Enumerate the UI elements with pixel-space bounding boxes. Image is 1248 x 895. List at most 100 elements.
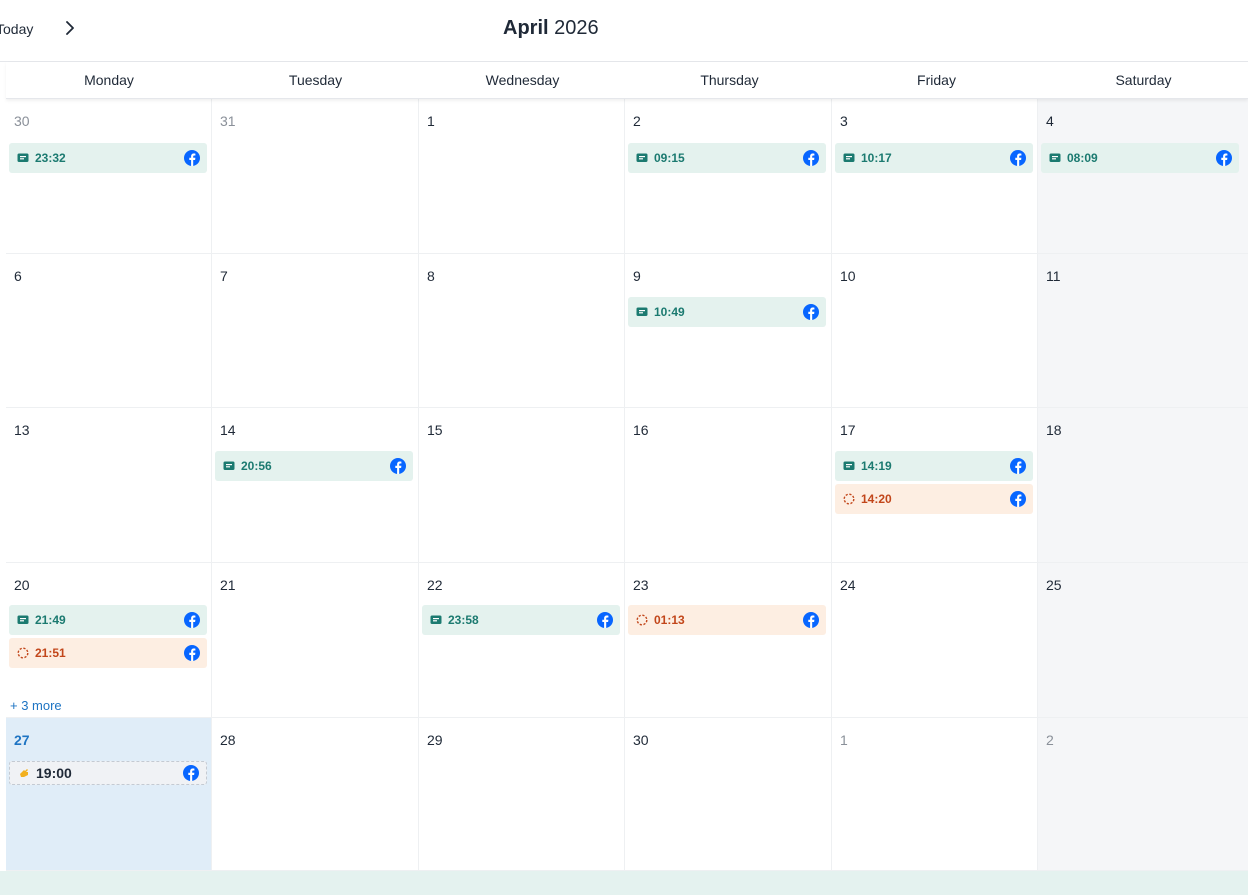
month-title: April 2026 [503, 15, 599, 41]
pending-event[interactable]: 21:51 [9, 638, 207, 668]
day-cell[interactable]: 1 [419, 99, 625, 254]
pending-spinner-icon [636, 614, 648, 626]
day-cell[interactable]: 31 [212, 99, 419, 254]
day-number: 30 [14, 113, 30, 129]
day-cell[interactable]: 29 [419, 718, 625, 871]
month-name: April [503, 17, 549, 39]
weekday-thursday: Thursday [700, 72, 759, 88]
facebook-icon [183, 765, 199, 781]
planned-event[interactable]: 19:00 [9, 761, 207, 785]
day-number: 22 [427, 577, 443, 593]
day-number: 1 [427, 113, 435, 129]
day-cell-today[interactable]: 27 19:00 [6, 718, 212, 871]
hand-pointing-icon [20, 769, 28, 777]
weekday-header: Monday Tuesday Wednesday Thursday Friday… [6, 62, 1248, 99]
day-cell[interactable]: 22 23:58 [419, 563, 625, 718]
day-number: 30 [633, 732, 649, 748]
post-event[interactable]: 10:49 [628, 297, 826, 327]
day-cell[interactable]: 4 08:09 [1038, 99, 1248, 254]
day-number: 16 [633, 422, 649, 438]
day-number: 1 [840, 732, 848, 748]
post-event[interactable]: 21:49 [9, 605, 207, 635]
day-number: 20 [14, 577, 30, 593]
day-cell[interactable]: 30 [625, 718, 832, 871]
day-cell[interactable]: 23 01:13 [625, 563, 832, 718]
day-cell[interactable]: 30 23:32 [6, 99, 212, 254]
chevron-right-icon [66, 21, 74, 35]
day-cell[interactable]: 2 09:15 [625, 99, 832, 254]
facebook-icon [184, 612, 200, 628]
event-time: 23:32 [35, 151, 66, 165]
day-cell[interactable]: 24 [832, 563, 1038, 718]
event-time: 14:19 [861, 459, 892, 473]
weekday-wednesday: Wednesday [485, 72, 560, 88]
day-cell[interactable]: 14 20:56 [212, 408, 419, 563]
day-number: 14 [220, 422, 236, 438]
pending-event[interactable]: 01:13 [628, 605, 826, 635]
day-number: 10 [840, 268, 856, 284]
message-icon [223, 461, 235, 470]
event-time: 21:51 [35, 646, 66, 660]
day-cell[interactable]: 10 [832, 254, 1038, 408]
day-number: 4 [1046, 113, 1054, 129]
event-time: 19:00 [36, 765, 72, 781]
day-cell[interactable]: 13 [6, 408, 212, 563]
facebook-icon [803, 150, 819, 166]
facebook-icon [1010, 150, 1026, 166]
day-number: 27 [14, 732, 30, 748]
day-number: 23 [633, 577, 649, 593]
message-icon [17, 153, 29, 162]
post-event[interactable]: 09:15 [628, 143, 826, 173]
day-cell[interactable]: 21 [212, 563, 419, 718]
day-number: 28 [220, 732, 236, 748]
day-cell[interactable]: 11 [1038, 254, 1248, 408]
facebook-icon [803, 612, 819, 628]
message-icon [843, 461, 855, 470]
today-button[interactable]: Today [0, 18, 33, 40]
post-event[interactable]: 08:09 [1041, 143, 1239, 173]
next-month-button[interactable] [60, 17, 80, 39]
day-cell[interactable]: 17 14:19 14:20 [832, 408, 1038, 563]
day-number: 25 [1046, 577, 1062, 593]
facebook-icon [184, 645, 200, 661]
facebook-icon [1010, 458, 1026, 474]
day-cell[interactable]: 18 [1038, 408, 1248, 563]
event-time: 09:15 [654, 151, 685, 165]
weekday-saturday: Saturday [1115, 72, 1172, 88]
day-cell[interactable]: 6 [6, 254, 212, 408]
day-cell[interactable]: 20 21:49 21:51 [6, 563, 212, 718]
day-number: 13 [14, 422, 30, 438]
message-icon [430, 615, 442, 624]
post-event[interactable]: 14:19 [835, 451, 1033, 481]
facebook-icon [1010, 491, 1026, 507]
day-cell[interactable]: 16 [625, 408, 832, 563]
event-time: 10:49 [654, 305, 685, 319]
post-event[interactable]: 10:17 [835, 143, 1033, 173]
day-number: 18 [1046, 422, 1062, 438]
calendar-toolbar: Today April 2026 [0, 0, 1248, 62]
post-event[interactable]: 20:56 [215, 451, 413, 481]
day-cell[interactable]: 3 10:17 [832, 99, 1038, 254]
post-event[interactable]: 23:32 [9, 143, 207, 173]
day-cell[interactable]: 2 [1038, 718, 1248, 871]
post-event[interactable]: 23:58 [422, 605, 620, 635]
event-time: 01:13 [654, 613, 685, 627]
day-cell[interactable]: 25 [1038, 563, 1248, 718]
day-cell[interactable]: 9 10:49 [625, 254, 832, 408]
pending-event[interactable]: 14:20 [835, 484, 1033, 514]
day-number: 11 [1046, 268, 1061, 284]
day-number: 17 [840, 422, 856, 438]
event-time: 08:09 [1067, 151, 1098, 165]
day-cell[interactable]: 7 [212, 254, 419, 408]
day-cell[interactable]: 1 [832, 718, 1038, 871]
day-cell[interactable]: 28 [212, 718, 419, 871]
show-more-link[interactable]: + 3 more [10, 698, 62, 713]
facebook-icon [1216, 150, 1232, 166]
message-icon [1049, 153, 1061, 162]
day-number: 29 [427, 732, 443, 748]
day-cell[interactable]: 15 [419, 408, 625, 563]
weekday-monday: Monday [84, 72, 134, 88]
message-icon [843, 153, 855, 162]
day-number: 21 [220, 577, 236, 593]
day-cell[interactable]: 8 [419, 254, 625, 408]
